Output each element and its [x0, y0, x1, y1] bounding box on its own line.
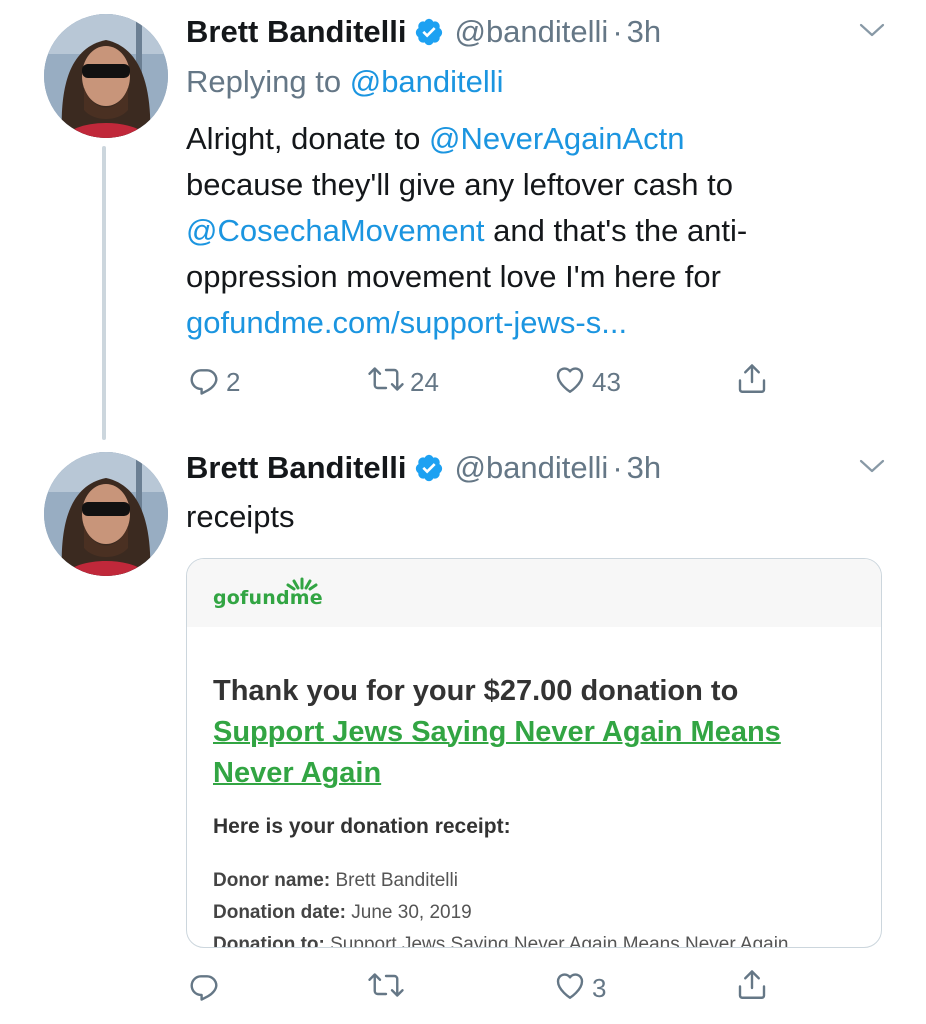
share-icon: [734, 967, 770, 1010]
url-link[interactable]: gofundme.com/support-jews-s...: [186, 305, 627, 340]
tweet-timestamp[interactable]: 3h: [627, 14, 661, 50]
thread-connector: [102, 146, 106, 440]
gofundme-logo: gofundme: [213, 575, 323, 615]
replying-to-label: Replying to: [186, 64, 342, 99]
tweet-text-line: because they'll give any leftover cash t…: [186, 167, 734, 202]
tweet-text: Alright, donate to @NeverAgainActn becau…: [186, 116, 747, 346]
receipt-row-label: Donation to:: [213, 934, 325, 948]
like-count: 3: [592, 972, 607, 1003]
tweet-actions: 3: [186, 968, 786, 1008]
chevron-down-icon[interactable]: [858, 456, 886, 481]
like-icon: [552, 967, 588, 1010]
tweet-text-line: oppression movement love I'm here for: [186, 259, 721, 294]
share-icon: [734, 361, 770, 404]
separator-dot: ·: [612, 450, 623, 485]
receipt-row-value: June 30, 2019: [346, 902, 472, 923]
share-button[interactable]: [734, 968, 770, 1008]
retweet-icon: [366, 967, 406, 1010]
author-name[interactable]: Brett Banditelli: [186, 14, 406, 50]
author-handle[interactable]: @banditelli: [454, 14, 608, 50]
receipt-row-label: Donor name:: [213, 870, 331, 891]
retweet-button[interactable]: [366, 968, 410, 1008]
chevron-down-icon[interactable]: [858, 20, 886, 45]
receipt-row-label: Donation date:: [213, 902, 346, 923]
reply-button[interactable]: [186, 968, 226, 1008]
tweet-actions: 2 24 43: [186, 362, 786, 402]
verified-badge-icon: [414, 453, 444, 483]
receipt-subheading: Here is your donation receipt:: [213, 815, 511, 838]
receipt-row-value: Brett Banditelli: [330, 870, 458, 891]
gofundme-burst-icon: [285, 575, 319, 598]
receipt-row-value: Support Jews Saying Never Again Means Ne…: [324, 934, 789, 948]
receipt-row: Donation date: June 30, 2019: [213, 897, 789, 929]
verified-badge-icon: [414, 17, 444, 47]
reply-icon: [186, 361, 222, 404]
tweet-text: receipts: [186, 494, 295, 540]
tweet-text-line: and that's the anti-: [484, 213, 748, 248]
like-button[interactable]: 3: [552, 968, 606, 1008]
reply-icon: [186, 967, 222, 1010]
receipt-details: Donor name: Brett Banditelli Donation da…: [213, 865, 789, 948]
avatar[interactable]: [44, 14, 168, 138]
author-handle[interactable]: @banditelli: [454, 450, 608, 486]
share-button[interactable]: [734, 362, 770, 402]
campaign-link[interactable]: Support Jews Saying Never Again Means Ne…: [213, 716, 781, 789]
tweet-timestamp[interactable]: 3h: [627, 450, 661, 486]
separator-dot: ·: [612, 14, 623, 49]
replying-to-mention[interactable]: @banditelli: [350, 64, 504, 99]
author-name[interactable]: Brett Banditelli: [186, 450, 406, 486]
receipt-row: Donor name: Brett Banditelli: [213, 865, 789, 897]
card-header: gofundme: [187, 559, 881, 627]
like-icon: [552, 361, 588, 404]
replying-to: Replying to @banditelli: [186, 64, 504, 100]
tweet-text-line: Alright, donate to: [186, 121, 429, 156]
like-button[interactable]: 43: [552, 362, 621, 402]
mention-link[interactable]: @CosechaMovement: [186, 213, 485, 248]
receipt-row: Donation to: Support Jews Saying Never A…: [213, 929, 789, 948]
donation-heading: Thank you for your $27.00 donation to Su…: [213, 671, 853, 794]
reply-count: 2: [226, 366, 241, 397]
retweet-count: 24: [410, 366, 439, 397]
donation-thanks-text: Thank you for your $27.00 donation to: [213, 675, 739, 707]
avatar[interactable]: [44, 452, 168, 576]
tweet-header: Brett Banditelli @banditelli · 3h: [186, 14, 661, 50]
tweet-text-line: receipts: [186, 499, 295, 534]
receipt-image-card[interactable]: gofundme Thank you for your $27.00 donat…: [186, 558, 882, 948]
like-count: 43: [592, 366, 621, 397]
reply-button[interactable]: 2: [186, 362, 240, 402]
mention-link[interactable]: @NeverAgainActn: [429, 121, 684, 156]
tweet-header: Brett Banditelli @banditelli · 3h: [186, 450, 661, 486]
retweet-button[interactable]: 24: [366, 362, 439, 402]
retweet-icon: [366, 361, 406, 404]
tweet-thread: Brett Banditelli @banditelli · 3h Replyi…: [0, 0, 926, 1024]
